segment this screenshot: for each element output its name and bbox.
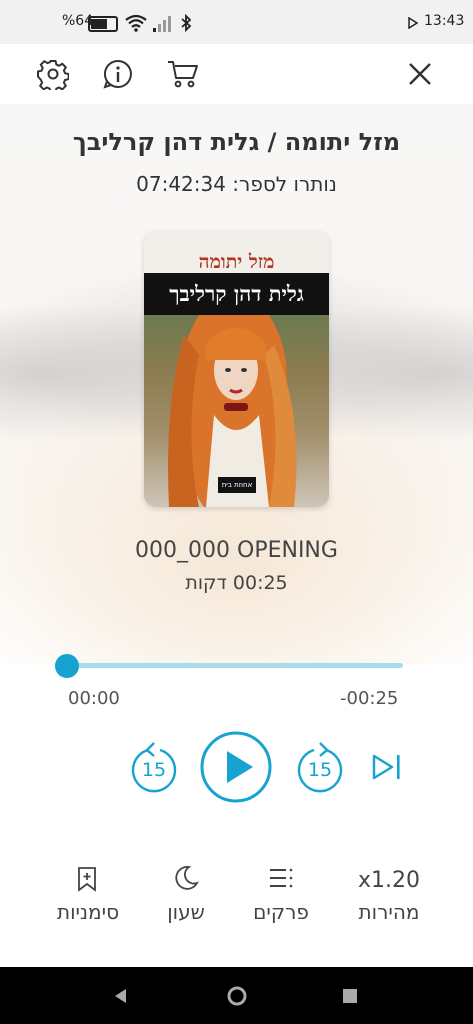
elapsed-time: 00:00 (68, 688, 120, 709)
cart-icon (168, 61, 198, 88)
chapter-name: 000_000 OPENING (135, 538, 338, 563)
skip-next-icon (372, 754, 400, 780)
bookmark-add-icon (78, 867, 96, 892)
settings-button[interactable] (33, 54, 73, 94)
cart-button[interactable] (163, 54, 203, 94)
time-left-in-book: נותרו לספר: 07:42:34 (136, 172, 337, 196)
play-icon (200, 731, 272, 803)
back-icon[interactable] (112, 987, 130, 1005)
gear-icon (37, 59, 69, 90)
progress-track[interactable] (66, 663, 403, 668)
speed-label: מהירות (358, 900, 420, 924)
top-bar (0, 44, 473, 104)
info-icon (103, 59, 132, 89)
home-icon[interactable] (226, 985, 248, 1007)
wifi-icon (125, 14, 147, 32)
sleep-timer-label: שעון (167, 900, 205, 924)
chapter-duration: 00:25 דקות (185, 572, 288, 594)
bookmarks-label: סימניות (56, 900, 120, 924)
book-cover: מזל יתומה גלית דהן קרליבך אחוזת בית (144, 231, 329, 507)
bookmarks-tab[interactable]: סימניות (38, 860, 138, 930)
moon-icon (175, 866, 199, 890)
status-bar: %64 13:43 (0, 0, 473, 44)
speed-value: x1.20 (357, 868, 420, 893)
list-icon (270, 868, 293, 888)
cover-publisher: אחוזת בית (218, 477, 256, 493)
chapters-label: פרקים (253, 900, 309, 924)
cover-author: גלית דהן קרליבך (144, 273, 329, 315)
bluetooth-icon (181, 14, 192, 32)
close-icon (409, 63, 431, 85)
clock: 13:43 (424, 13, 465, 29)
forward-seconds: 15 (307, 759, 333, 781)
rewind-seconds: 15 (141, 759, 167, 781)
remaining-time: -00:25 (340, 688, 399, 709)
sleep-timer-tab[interactable]: שעון (136, 860, 236, 930)
rewind-15-button[interactable]: 15 (128, 739, 180, 795)
info-button[interactable] (98, 54, 138, 94)
next-chapter-button[interactable] (370, 752, 404, 782)
chapters-tab[interactable]: פרקים (231, 860, 331, 930)
battery-icon (88, 16, 118, 32)
speed-tab[interactable]: x1.20 מהירות (339, 860, 439, 930)
book-title: מזל יתומה / גלית דהן קרליבך (72, 128, 401, 156)
forward-15-button[interactable]: 15 (294, 739, 346, 795)
cover-title: מזל יתומה (198, 251, 275, 273)
system-nav-bar (0, 967, 473, 1024)
recents-icon[interactable] (342, 988, 358, 1004)
close-button[interactable] (400, 54, 440, 94)
play-button[interactable] (200, 731, 272, 803)
progress-thumb[interactable] (55, 654, 79, 678)
signal-icon (153, 16, 171, 32)
play-indicator-icon (408, 17, 418, 29)
